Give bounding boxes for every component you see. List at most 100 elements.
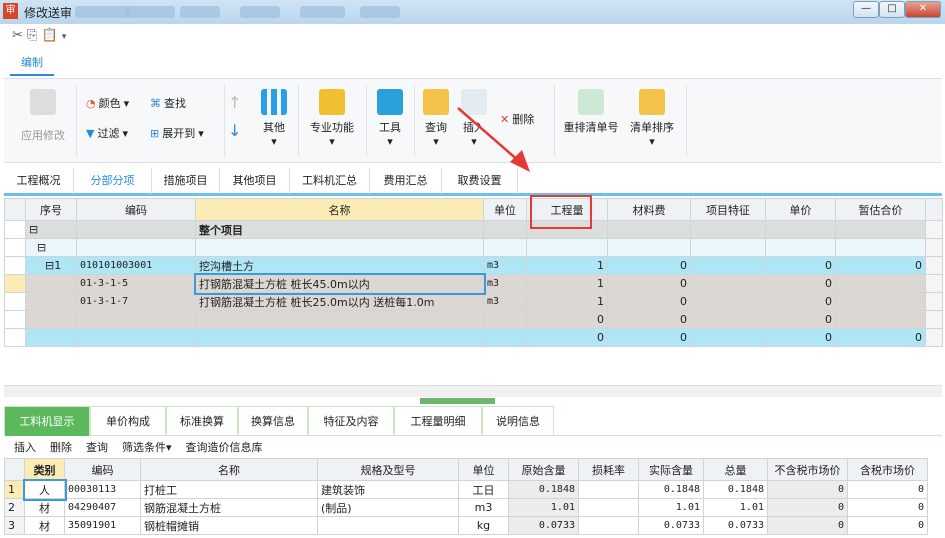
table-cell[interactable]: 人 (22, 478, 67, 501)
bottom-tab-0[interactable]: 工料机显示 (4, 406, 90, 436)
table-row[interactable]: 01-3-1-5 打钢筋混凝土方桩 桩长45.0m以内 m3 1 0 0 (4, 272, 943, 295)
table-cell[interactable] (25, 274, 77, 293)
table-cell[interactable]: 0 (767, 498, 848, 517)
table-cell[interactable]: 01-3-1-5 (76, 274, 196, 293)
table-cell[interactable]: 3 (4, 516, 25, 535)
cut-icon[interactable]: ✂ (12, 28, 23, 43)
table-cell[interactable]: ⊟ (25, 238, 77, 257)
tab-3[interactable]: 其他项目 (220, 168, 290, 194)
table-cell[interactable]: m3 (483, 256, 527, 275)
table-cell[interactable]: 钢筋混凝土方桩 (140, 498, 318, 517)
table-cell[interactable]: 打钢筋混凝土方桩 桩长45.0m以内 (193, 272, 486, 295)
row-gutter[interactable] (4, 274, 26, 293)
column-header[interactable]: 材料费 (607, 198, 691, 221)
insert-button[interactable]: 插入 ▾ (456, 89, 492, 148)
column-header[interactable]: 类别 (24, 458, 65, 481)
table-cell[interactable]: 0 (767, 516, 848, 535)
column-header[interactable]: 编码 (76, 198, 196, 221)
column-header[interactable]: 暂估合价 (835, 198, 926, 221)
table-cell[interactable] (25, 310, 77, 329)
table-cell[interactable] (195, 238, 484, 257)
table-cell[interactable] (526, 238, 608, 257)
table-cell[interactable]: m3 (458, 498, 509, 517)
column-header[interactable]: 项目特征 (690, 198, 766, 221)
bottom-tab-4[interactable]: 特征及内容 (308, 406, 394, 436)
find-button[interactable]: ⌘ 查找 (150, 95, 186, 111)
table-cell[interactable] (690, 238, 766, 257)
table-cell[interactable] (483, 238, 527, 257)
tab-2[interactable]: 措施项目 (152, 168, 220, 194)
table-cell[interactable]: 0 (607, 310, 691, 329)
table-cell[interactable]: ⊟1 (25, 256, 77, 275)
table-cell[interactable] (690, 256, 766, 275)
tab-6[interactable]: 取费设置 (442, 168, 518, 194)
paste-icon[interactable]: 📋 (42, 28, 58, 43)
collapse-toggle-icon[interactable]: ⊟ (29, 223, 38, 236)
table-cell[interactable]: 1.01 (638, 498, 704, 517)
bottom-tab-5[interactable]: 工程量明细 (394, 406, 482, 436)
column-header[interactable]: 名称 (140, 458, 318, 481)
tab-0[interactable]: 工程概况 (4, 168, 74, 194)
column-header[interactable]: 含税市场价 (847, 458, 928, 481)
ribbon-tab-edit[interactable]: 编制 (10, 52, 54, 76)
table-cell[interactable]: 材 (24, 516, 65, 535)
toolbar-button-4[interactable]: 查询造价信息库 (186, 439, 263, 455)
professional-button[interactable]: 专业功能 ▾ (304, 89, 360, 148)
collapse-toggle-icon[interactable]: ⊟ (37, 241, 46, 254)
table-row[interactable]: ⊟ 整个项目 (4, 220, 943, 239)
maximize-button[interactable]: □ (879, 1, 905, 18)
column-header[interactable]: 单位 (483, 198, 527, 221)
table-cell[interactable]: 0 (767, 480, 848, 499)
table-cell[interactable]: 0.0733 (508, 516, 579, 535)
horizontal-scrollbar[interactable] (4, 385, 942, 397)
other-button[interactable]: 其他 ▾ (254, 89, 294, 148)
move-down-button[interactable]: ↓ (228, 121, 241, 140)
column-header[interactable]: 编码 (64, 458, 141, 481)
tab-5[interactable]: 费用汇总 (370, 168, 442, 194)
minimize-button[interactable]: — (853, 1, 879, 18)
column-header[interactable]: 名称 (195, 198, 484, 221)
table-cell[interactable]: 挖沟槽土方 (195, 256, 484, 275)
color-button[interactable]: ◔ 颜色 ▾ (86, 95, 129, 111)
column-header[interactable]: 规格及型号 (317, 458, 459, 481)
column-header[interactable] (4, 458, 25, 481)
table-cell[interactable] (690, 292, 766, 311)
column-header[interactable]: 总量 (703, 458, 768, 481)
row-gutter[interactable] (4, 310, 26, 329)
panel-splitter[interactable] (420, 398, 495, 404)
table-cell[interactable]: 2 (4, 498, 25, 517)
table-cell[interactable] (483, 328, 527, 347)
table-cell[interactable] (835, 292, 926, 311)
table-cell[interactable] (607, 238, 691, 257)
toolbar-button-3[interactable]: 筛选条件▾ (122, 439, 172, 455)
table-cell[interactable]: 打桩工 (140, 480, 318, 499)
copy-icon[interactable]: ⎘ (27, 28, 37, 43)
table-cell[interactable]: 0 (847, 516, 928, 535)
table-cell[interactable]: 0 (765, 292, 836, 311)
bottom-tab-6[interactable]: 说明信息 (482, 406, 554, 436)
toolbar-button-2[interactable]: 查询 (86, 439, 108, 455)
table-cell[interactable]: 00030113 (64, 480, 141, 499)
query-button[interactable]: 查询 ▾ (418, 89, 454, 148)
table-cell[interactable] (76, 310, 196, 329)
table-cell[interactable] (690, 328, 766, 347)
filter-button[interactable]: ▼ 过滤 ▾ (86, 125, 128, 141)
table-cell[interactable]: 0 (847, 480, 928, 499)
row-gutter[interactable] (4, 256, 26, 275)
table-cell[interactable] (690, 274, 766, 293)
row-gutter[interactable] (4, 328, 26, 347)
tab-4[interactable]: 工料机汇总 (290, 168, 370, 194)
table-cell[interactable] (690, 220, 766, 239)
table-cell[interactable]: 1.01 (508, 498, 579, 517)
table-cell[interactable] (765, 220, 836, 239)
table-cell[interactable] (483, 220, 527, 239)
sort-button[interactable]: 清单排序 ▾ (624, 89, 680, 148)
table-cell[interactable] (765, 238, 836, 257)
table-cell[interactable]: 打钢筋混凝土方桩 桩长25.0m以内 送桩每1.0m (195, 292, 484, 311)
column-header[interactable]: 单位 (458, 458, 509, 481)
row-gutter[interactable] (4, 292, 26, 311)
collapse-toggle-icon[interactable]: ⊟ (45, 259, 54, 272)
table-row[interactable]: 01-3-1-7 打钢筋混凝土方桩 桩长25.0m以内 送桩每1.0m m3 1 0 0 (4, 292, 943, 311)
delete-button[interactable]: ✕ 删除 (500, 111, 534, 127)
table-cell[interactable] (835, 274, 926, 293)
